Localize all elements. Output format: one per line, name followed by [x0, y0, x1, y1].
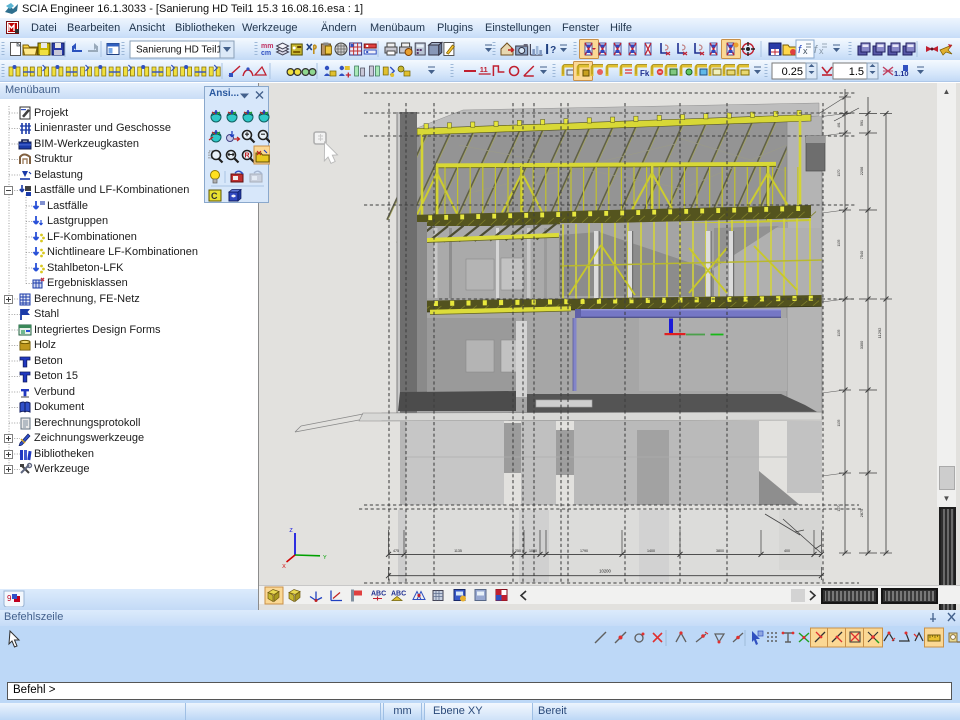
- svg-text:cm: cm: [261, 50, 271, 57]
- svg-text:R: R: [245, 153, 250, 160]
- svg-text:1170: 1170: [837, 504, 841, 511]
- svg-text:0.25: 0.25: [782, 66, 803, 78]
- svg-text:250: 250: [515, 549, 521, 553]
- svg-text:ABC: ABC: [391, 591, 406, 598]
- svg-text:9: 9: [7, 594, 12, 603]
- svg-text:400: 400: [784, 549, 790, 553]
- svg-text:481: 481: [837, 122, 841, 128]
- svg-text:10200: 10200: [599, 569, 611, 574]
- svg-text:2875: 2875: [860, 509, 864, 517]
- svg-text:1790: 1790: [580, 549, 588, 553]
- svg-text:Y: Y: [323, 555, 327, 561]
- svg-text:Fk: Fk: [640, 69, 650, 78]
- svg-text:475: 475: [393, 549, 399, 553]
- svg-text:11292: 11292: [877, 327, 882, 339]
- svg-text:1135: 1135: [837, 239, 841, 246]
- svg-text:?: ?: [550, 45, 556, 56]
- svg-text:1170: 1170: [837, 169, 841, 176]
- svg-text:C: C: [211, 191, 218, 201]
- svg-text:mm: mm: [261, 43, 273, 50]
- svg-text:2206: 2206: [860, 167, 864, 175]
- svg-text:3300: 3300: [860, 341, 864, 349]
- svg-text:1.5: 1.5: [849, 66, 864, 78]
- svg-text:3800: 3800: [716, 549, 724, 553]
- svg-text:1400: 1400: [647, 549, 655, 553]
- svg-text:591: 591: [860, 120, 864, 126]
- svg-text:X: X: [282, 564, 286, 570]
- svg-text:f: f: [814, 44, 818, 56]
- svg-text:1135: 1135: [837, 329, 841, 336]
- svg-text:7540: 7540: [860, 251, 864, 259]
- svg-text:1080: 1080: [529, 549, 537, 553]
- svg-text:11: 11: [480, 65, 488, 74]
- svg-text:ABC: ABC: [371, 591, 386, 598]
- svg-text:1135: 1135: [837, 419, 841, 426]
- svg-text:Sanierung HD Teil1: Sanierung HD Teil1: [136, 45, 222, 56]
- svg-text:1135: 1135: [454, 549, 462, 553]
